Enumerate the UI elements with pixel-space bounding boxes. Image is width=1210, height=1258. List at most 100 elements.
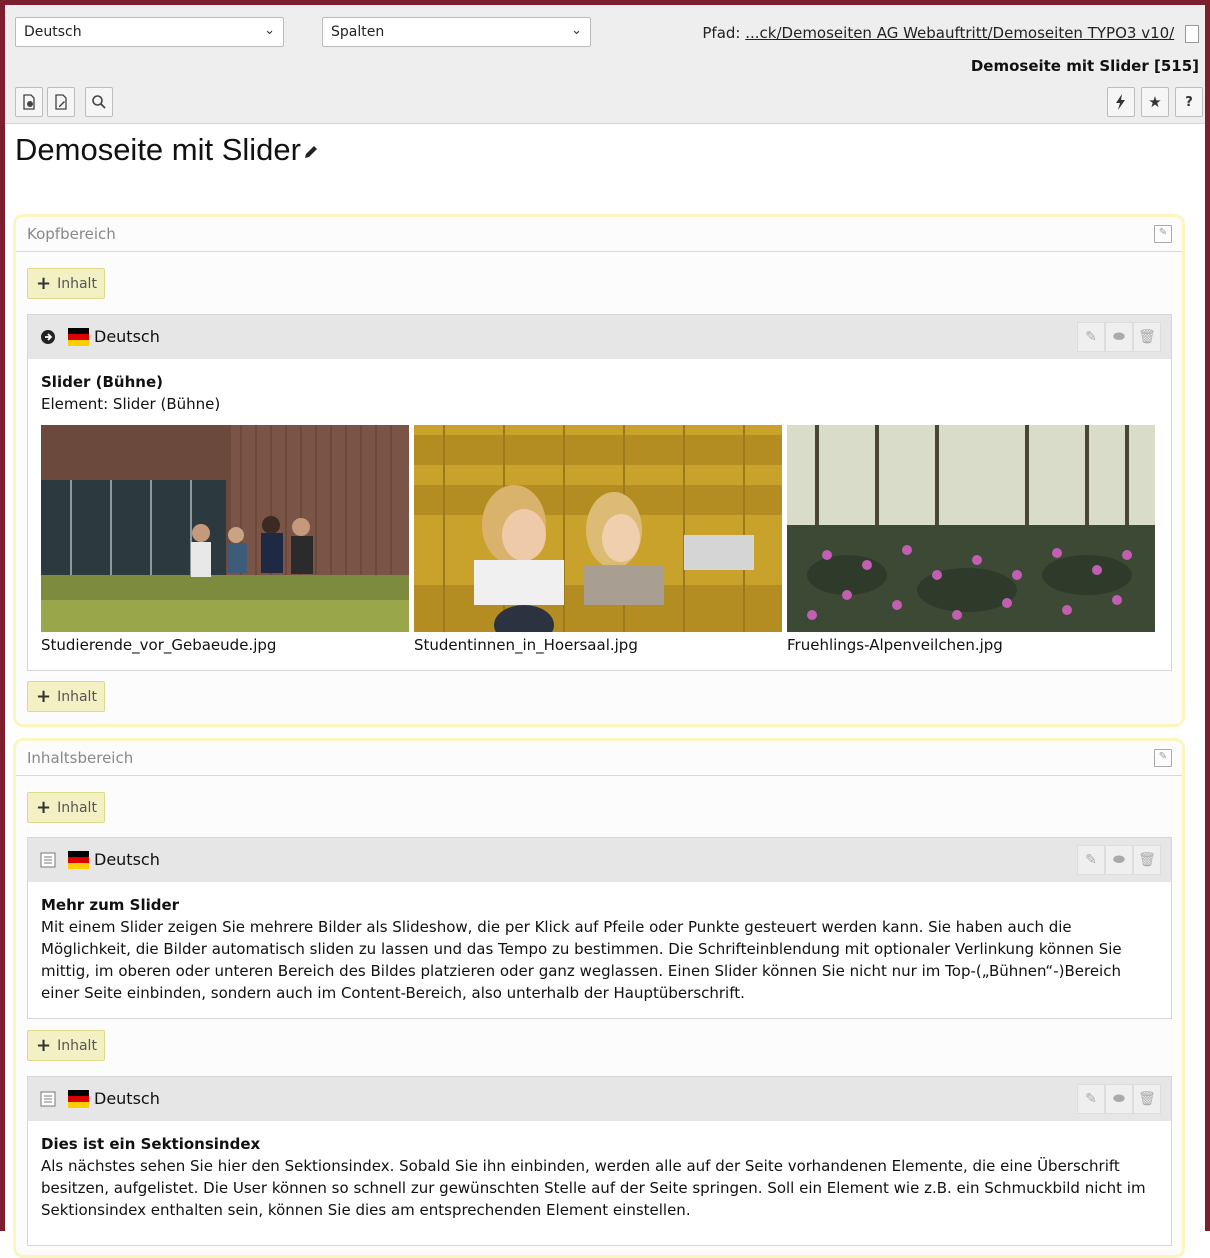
toggle-visibility-button[interactable]: ⬬ [1105,845,1133,875]
breadcrumb: Pfad: ...ck/Demoseiten AG Webauftritt/De… [702,24,1199,43]
content-element-header: Deutsch ✎ ⬬ 🗑 [28,315,1171,359]
lightning-icon [1116,94,1125,110]
language-select[interactable]: Deutsch ⌄ [15,17,284,47]
element-text: Als nächstes sehen Sie hier den Sektions… [41,1157,1146,1219]
add-content-button[interactable]: + Inhalt [27,268,105,299]
delete-button[interactable]: 🗑 [1133,322,1161,352]
page-title: Demoseite mit Slider [15,132,319,168]
lecture-hall-photo [414,425,782,632]
image-item: Studierende_vor_Gebaeude.jpg [41,425,409,656]
toggle-visibility-button[interactable]: ⬬ [1105,322,1133,352]
element-text: Mit einem Slider zeigen Sie mehrere Bild… [41,918,1122,1002]
edit-page-button[interactable] [47,87,75,117]
trash-icon: 🗑 [1138,329,1156,345]
view-select[interactable]: Spalten ⌄ [322,17,591,47]
view-page-icon [23,94,35,110]
element-subtitle: Element: Slider (Bühne) [41,395,221,413]
edit-button[interactable]: ✎ [1077,845,1105,875]
clear-cache-button[interactable] [1107,87,1135,117]
delete-button[interactable]: 🗑 [1133,845,1161,875]
edit-button[interactable]: ✎ [1077,322,1105,352]
text-element-icon [40,1091,56,1107]
page-title-text: Demoseite mit Slider [15,132,301,167]
delete-button[interactable]: 🗑 [1133,1084,1161,1114]
page-reference: Demoseite mit Slider [515] [970,57,1199,75]
image-caption: Fruehlings-Alpenveilchen.jpg [787,636,1003,654]
add-content-label: Inhalt [57,799,97,816]
image-list: Studierende_vor_Gebaeude.jpg Studentinne… [41,425,1158,656]
pencil-icon: ✎ [1085,329,1097,345]
trash-icon: 🗑 [1138,852,1156,868]
plus-icon: + [36,686,52,707]
edit-column-icon[interactable]: ✎ [1154,225,1172,243]
content-element: Deutsch ✎ ⬬ 🗑 Slider (Bühne) Element: Sl… [27,314,1172,671]
section-name: Kopfbereich [27,225,116,243]
path-label: Pfad: [702,24,741,42]
image-caption: Studentinnen_in_Hoersaal.jpg [414,636,638,654]
section-header: Inhaltsbereich ✎ [16,741,1182,776]
chevron-down-icon: ⌄ [571,23,582,38]
element-tools: ✎ ⬬ 🗑 [1077,322,1161,352]
building-photo [41,425,409,632]
search-button[interactable] [85,87,113,117]
add-content-label: Inhalt [57,688,97,705]
content-element: Deutsch ✎ ⬬ 🗑 Dies ist ein Sektionsindex… [27,1076,1172,1246]
bookmark-button[interactable]: ★ [1141,87,1169,117]
add-content-button[interactable]: + Inhalt [27,1030,105,1061]
section-name: Inhaltsbereich [27,749,134,767]
toggle-icon: ⬬ [1113,329,1125,345]
plus-icon: + [36,273,52,294]
page-icon [1185,24,1199,43]
toggle-icon: ⬬ [1113,1091,1125,1107]
element-tools: ✎ ⬬ 🗑 [1077,1084,1161,1114]
toggle-visibility-button[interactable]: ⬬ [1105,1084,1133,1114]
plus-icon: + [36,1035,52,1056]
edit-column-icon[interactable]: ✎ [1154,749,1172,767]
image-caption: Studierende_vor_Gebaeude.jpg [41,636,277,654]
pencil-icon: ✎ [1085,852,1097,868]
toggle-icon: ⬬ [1113,852,1125,868]
text-element-icon [40,852,56,868]
element-heading: Slider (Bühne) [41,373,163,391]
trash-icon: 🗑 [1138,1091,1156,1107]
add-content-button[interactable]: + Inhalt [27,792,105,823]
content-element-header: Deutsch ✎ ⬬ 🗑 [28,838,1171,882]
element-tools: ✎ ⬬ 🗑 [1077,845,1161,875]
circle-arrow-icon [41,330,55,344]
section-kopfbereich: Kopfbereich ✎ + Inhalt Deutsch ✎ ⬬ 🗑 Sli… [13,214,1185,727]
help-button[interactable]: ? [1175,87,1203,117]
section-inhaltsbereich: Inhaltsbereich ✎ + Inhalt Deutsch ✎ ⬬ 🗑 … [13,738,1185,1258]
search-icon [92,95,106,109]
language-label: Deutsch [94,327,160,346]
german-flag-icon [68,328,89,346]
image-item: Studentinnen_in_Hoersaal.jpg [414,425,782,656]
edit-page-icon [55,94,67,110]
german-flag-icon [68,1090,89,1108]
view-page-button[interactable] [15,87,43,117]
add-content-label: Inhalt [57,275,97,292]
path-link[interactable]: ...ck/Demoseiten AG Webauftritt/Demoseit… [745,24,1174,42]
content-element-header: Deutsch ✎ ⬬ 🗑 [28,1077,1171,1121]
content-element-body: Slider (Bühne) Element: Slider (Bühne) S… [28,359,1171,666]
add-content-button[interactable]: + Inhalt [27,681,105,712]
language-select-value: Deutsch [24,24,82,40]
section-header: Kopfbereich ✎ [16,217,1182,252]
add-content-label: Inhalt [57,1037,97,1054]
content-element-body: Dies ist ein Sektionsindex Als nächstes … [28,1121,1171,1231]
pencil-icon[interactable] [303,144,319,160]
chevron-down-icon: ⌄ [264,23,275,38]
edit-button[interactable]: ✎ [1077,1084,1105,1114]
german-flag-icon [68,851,89,869]
element-heading: Dies ist ein Sektionsindex [41,1135,261,1153]
star-icon: ★ [1148,93,1162,111]
plus-icon: + [36,797,52,818]
view-select-value: Spalten [331,24,385,40]
image-item: Fruehlings-Alpenveilchen.jpg [787,425,1155,656]
language-label: Deutsch [94,1089,160,1108]
flowers-photo [787,425,1155,632]
content-element-body: Mehr zum Slider Mit einem Slider zeigen … [28,882,1171,1014]
docheader: Deutsch ⌄ Spalten ⌄ Pfad: ...ck/Demoseit… [5,5,1205,124]
help-label: ? [1185,94,1193,110]
language-label: Deutsch [94,850,160,869]
element-heading: Mehr zum Slider [41,896,180,914]
